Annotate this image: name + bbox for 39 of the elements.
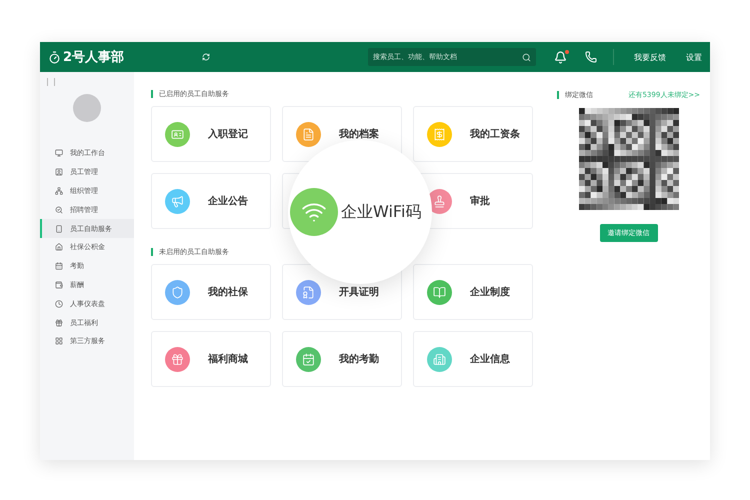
stopwatch-icon [48, 50, 61, 64]
bell-icon[interactable] [554, 50, 567, 64]
menu-item-icon [55, 318, 63, 327]
logo: 2号人事部 [63, 48, 124, 66]
search-icon[interactable] [522, 52, 531, 62]
header-link[interactable]: 设置 [686, 52, 702, 62]
service-label: 企业信息 [470, 352, 510, 366]
service-card[interactable]: 企业信息 [413, 331, 533, 387]
menu-item-icon [55, 168, 63, 176]
service-label: 我的档案 [339, 127, 379, 141]
service-card[interactable]: 入职登记 [151, 106, 271, 162]
menu-item-icon [55, 337, 63, 346]
service-label: 审批 [470, 194, 490, 208]
service-card[interactable]: 企业公告 [151, 173, 271, 229]
service-card[interactable]: 我的社保 [151, 264, 271, 320]
service-label: 开具证明 [339, 286, 379, 299]
service-card[interactable]: 我的工资条 [413, 106, 533, 162]
refresh-icon[interactable] [202, 53, 210, 61]
service-label: 企业公告 [208, 194, 248, 208]
service-label: 我的社保 [208, 286, 248, 299]
menu-item-icon [55, 224, 63, 233]
service-label: 企业制度 [470, 285, 510, 299]
service-label: 福利商城 [208, 352, 248, 366]
service-label: 我的工资条 [470, 128, 520, 141]
service-label: 入职登记 [208, 128, 248, 141]
service-label: 我的考勤 [339, 352, 379, 366]
phone-icon[interactable] [585, 51, 597, 63]
service-card[interactable]: 我的考勤 [282, 331, 402, 387]
menu-item-icon [55, 243, 63, 252]
menu-item-icon [55, 186, 63, 195]
menu-item-icon [55, 300, 63, 308]
menu-item-icon [55, 280, 63, 289]
menu-item-icon [55, 262, 63, 270]
menu-item-icon [55, 149, 63, 158]
service-card[interactable]: 企业制度 [413, 264, 533, 320]
service-card[interactable]: 福利商城 [151, 331, 271, 387]
header-link[interactable]: 我要反馈 [634, 52, 666, 62]
avatar [73, 94, 101, 122]
menu-item-icon [55, 206, 63, 214]
